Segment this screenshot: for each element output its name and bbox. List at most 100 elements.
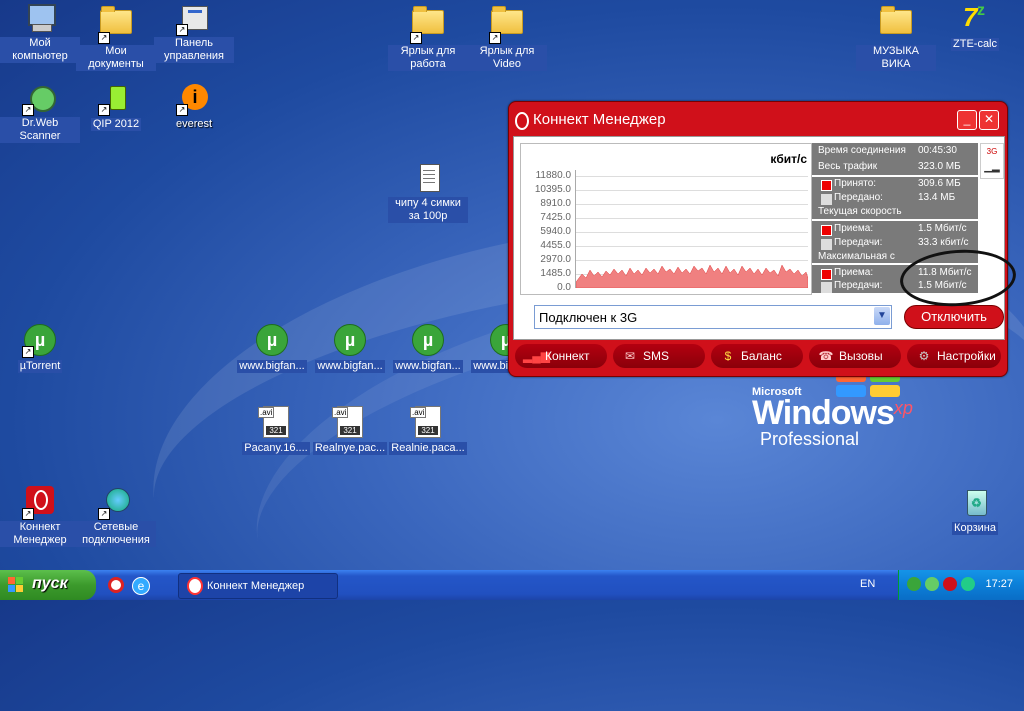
desktop-icon-avi-file[interactable]: .avi 321 Realnye.pac...	[310, 406, 390, 456]
stat-label: Передачи:	[834, 280, 883, 291]
icon-label: Dr.Web Scanner	[0, 117, 80, 143]
video-file-icon: .avi 321	[332, 406, 366, 438]
utorrent-icon: µ	[412, 324, 444, 356]
stat-label: Весь трафик	[818, 161, 878, 172]
start-label: пуск	[32, 575, 68, 592]
disconnect-button[interactable]: Отключить	[904, 305, 1004, 329]
start-button[interactable]: пуск	[0, 570, 96, 600]
qip-icon: ↗	[98, 82, 132, 116]
taskbar: пуск e Коннект Менеджер EN 17:27	[0, 570, 1024, 600]
drweb-tray-icon[interactable]	[925, 577, 939, 591]
desktop-icon-avi-file[interactable]: .avi 321 Realnie.paca...	[388, 406, 468, 456]
nav-label: Баланс	[741, 349, 782, 363]
current-rx-row: Приема: 1.5 Мбит/с	[812, 223, 978, 236]
nav-connect-button[interactable]: ▂▄▆Коннект	[515, 344, 607, 368]
stat-value: 00:45:30	[918, 145, 957, 156]
computer-icon	[24, 2, 56, 34]
y-tick-label: 0.0	[557, 282, 571, 293]
close-button[interactable]: ✕	[979, 110, 999, 130]
y-tick-label: 7425.0	[540, 212, 571, 223]
documents-folder-icon: ↗	[98, 6, 132, 44]
desktop-icon-shortcut-video[interactable]: ↗ Ярлык для Video	[467, 2, 547, 72]
connection-time-row: Время соединения 00:45:30	[812, 145, 978, 158]
graph-unit-label: кбит/с	[770, 152, 807, 166]
notepad-icon	[412, 162, 444, 194]
drweb-spider-icon: ↗	[22, 82, 56, 116]
desktop-icon-zte-calc[interactable]: 7 z ZTE-calc	[935, 2, 1015, 52]
connect-manager-window[interactable]: Коннект Менеджер _ ✕ кбит/с 11880.0 1039…	[508, 101, 1008, 377]
icon-label: Realnye.pac...	[312, 442, 388, 455]
divider	[812, 175, 978, 177]
windows-flag-icon	[8, 577, 24, 593]
connect-manager-tray-icon[interactable]	[943, 577, 957, 591]
desktop-icon-control-panel[interactable]: ↗ Панель управления	[154, 2, 234, 64]
language-indicator[interactable]: EN	[860, 578, 875, 590]
xp-text: xp	[893, 398, 913, 418]
connect-manager-icon	[187, 577, 203, 596]
stat-label: Приема:	[834, 267, 874, 278]
icon-label: МУЗЫКА ВИКА	[856, 45, 936, 71]
icon-label: µTorrent	[17, 360, 63, 373]
desktop-icon-shortcut-work[interactable]: ↗ Ярлык для работа	[388, 2, 468, 72]
windows-text: Windows	[752, 394, 895, 432]
chevron-down-icon[interactable]: ▼	[874, 307, 890, 325]
divider	[812, 219, 978, 221]
connect-manager-icon: ↗	[22, 486, 56, 520]
desktop-icon-torrent-file[interactable]: µ www.bigfan...	[388, 324, 468, 374]
video-file-icon: .avi 321	[258, 406, 292, 438]
video-file-icon: .avi 321	[410, 406, 444, 438]
desktop-icon-drweb[interactable]: ↗ Dr.Web Scanner	[0, 82, 80, 144]
desktop-icon-qip[interactable]: ↗ QIP 2012	[76, 82, 156, 132]
icon-label: QIP 2012	[90, 118, 142, 131]
minimize-button[interactable]: _	[957, 110, 977, 130]
received-row: Принято: 309.6 МБ	[812, 178, 978, 191]
signal-bars-icon: ▁▂	[984, 162, 1000, 173]
nav-settings-button[interactable]: ⚙ Настройки	[907, 344, 1001, 368]
icon-label: everest	[175, 118, 213, 130]
icon-label: Коннект Менеджер	[0, 521, 80, 547]
desktop-icon-recycle-bin[interactable]: ♻ Корзина	[935, 486, 1015, 536]
stat-label: Передано:	[834, 192, 883, 203]
received-legend-checkbox[interactable]	[821, 180, 832, 191]
network-globe-icon: ↗	[98, 486, 132, 520]
desktop-icon-music[interactable]: МУЗЫКА ВИКА	[856, 2, 936, 72]
current-tx-row: Передачи: 33.3 кбит/с	[812, 237, 978, 250]
desktop-icon-torrent-file[interactable]: µ www.bigfan...	[310, 324, 390, 374]
rx-legend-checkbox[interactable]	[821, 225, 832, 236]
desktop-icon-utorrent[interactable]: µ ↗ µTorrent	[0, 324, 80, 374]
desktop-icon-my-documents[interactable]: ↗ Мои документы	[76, 2, 156, 72]
desktop-icon-my-computer[interactable]: Мой компьютер	[0, 2, 80, 64]
desktop-icon-connect-manager[interactable]: ↗ Коннект Менеджер	[0, 486, 80, 548]
desktop-icon-text-file[interactable]: чипу 4 симки за 100р	[388, 162, 468, 224]
window-titlebar[interactable]: Коннект Менеджер _ ✕	[509, 102, 1007, 136]
folder-icon	[880, 6, 912, 42]
opera-icon[interactable]	[108, 577, 124, 593]
taskbar-item-connect-manager[interactable]: Коннект Менеджер	[178, 573, 338, 599]
icon-label: Ярлык для Video	[467, 45, 547, 71]
icon-label: Сетевые подключения	[76, 521, 156, 547]
icon-label: чипу 4 симки за 100р	[388, 197, 468, 223]
nav-label: Коннект	[545, 349, 590, 363]
qip-tray-icon[interactable]	[961, 577, 975, 591]
stat-value: 33.3 кбит/с	[918, 237, 969, 248]
utorrent-tray-icon[interactable]	[907, 577, 921, 591]
recycle-bin-icon: ♻	[959, 486, 991, 518]
max-rx-legend-checkbox[interactable]	[821, 269, 832, 280]
network-type-label: 3G	[986, 147, 998, 156]
internet-explorer-icon[interactable]: e	[132, 577, 150, 595]
nav-sms-button[interactable]: ✉ SMS	[613, 344, 705, 368]
tx-legend-checkbox[interactable]	[821, 239, 832, 250]
nav-calls-button[interactable]: ☎ Вызовы	[809, 344, 901, 368]
nav-balance-button[interactable]: $ Баланс	[711, 344, 803, 368]
coins-icon: $	[724, 349, 732, 363]
desktop-icon-torrent-file[interactable]: µ www.bigfan...	[232, 324, 312, 374]
clock[interactable]: 17:27	[985, 578, 1013, 590]
utorrent-icon: µ	[256, 324, 288, 356]
y-tick-label: 8910.0	[540, 198, 571, 209]
desktop-icon-avi-file[interactable]: .avi 321 Pacany.16....	[236, 406, 316, 456]
desktop-icon-network-connections[interactable]: ↗ Сетевые подключения	[76, 486, 156, 548]
sent-legend-checkbox[interactable]	[821, 194, 832, 205]
max-tx-legend-checkbox[interactable]	[821, 282, 832, 293]
desktop-icon-everest[interactable]: i ↗ everest	[154, 82, 234, 132]
connection-profile-select[interactable]: Подключен к 3G ▼	[534, 305, 892, 329]
